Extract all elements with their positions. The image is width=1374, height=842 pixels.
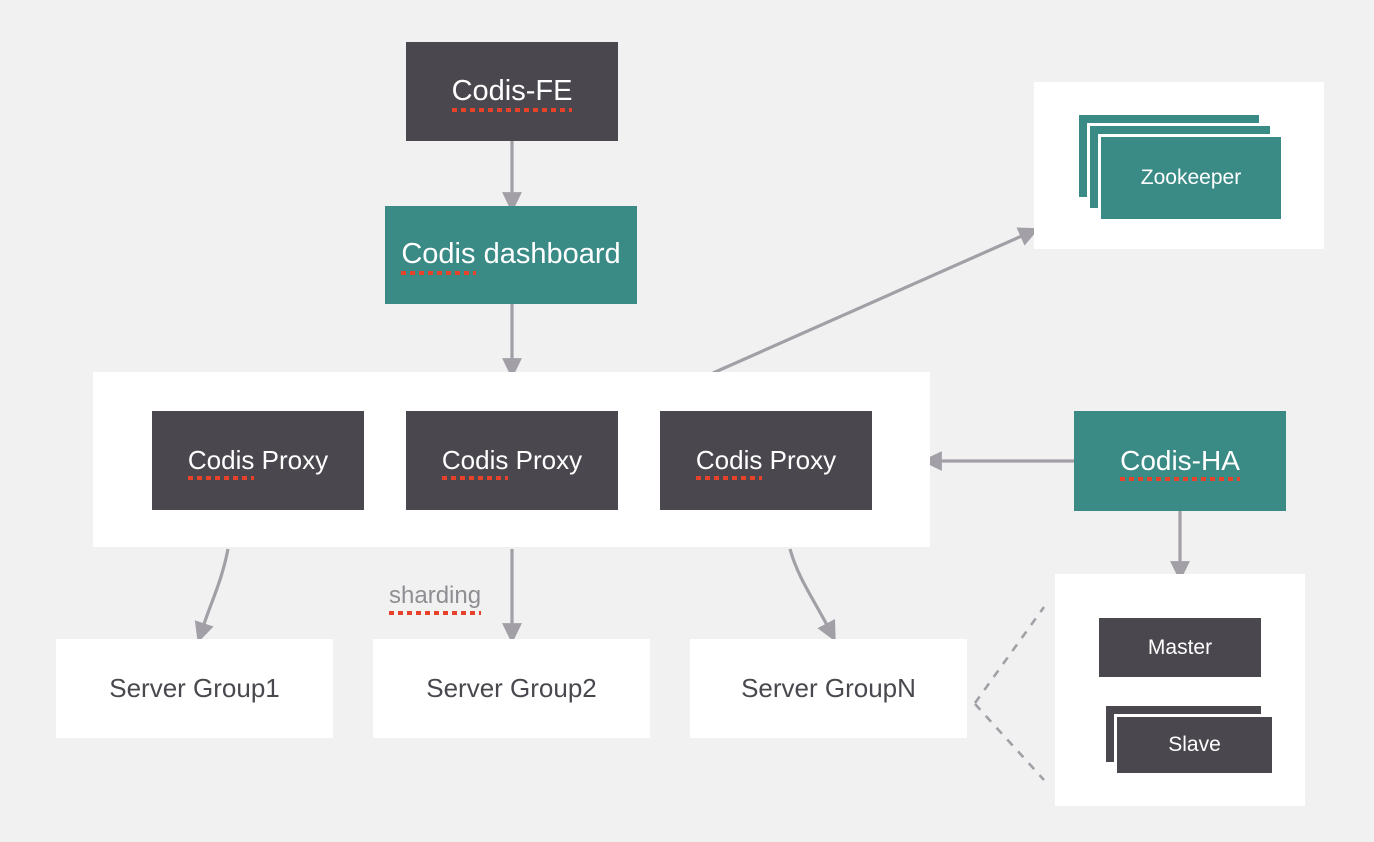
node-codis-proxy-3[interactable]: Codis Proxy bbox=[660, 411, 872, 510]
node-codis-proxy-1-label-word1: Codis bbox=[187, 445, 255, 476]
node-slave-stack[interactable]: Slave bbox=[1106, 706, 1276, 774]
node-server-group-2[interactable]: Server Group2 bbox=[373, 639, 650, 738]
node-codis-fe-label: Codis-FE bbox=[451, 74, 573, 113]
replica-group-container: Master Slave bbox=[1055, 574, 1305, 806]
node-codis-proxy-2-label-word1: Codis bbox=[441, 445, 509, 476]
node-codis-dashboard-label-word2: dashboard bbox=[475, 238, 621, 271]
proxy-group-container: Codis Proxy Codis Proxy Codis Proxy bbox=[93, 372, 930, 547]
node-codis-proxy-1[interactable]: Codis Proxy bbox=[152, 411, 364, 510]
zookeeper-container: Zookeeper bbox=[1034, 82, 1324, 249]
edge-proxy-group-to-zookeeper bbox=[712, 227, 1040, 375]
node-codis-dashboard[interactable]: Codis dashboard bbox=[385, 206, 637, 304]
node-codis-ha-label: Codis-HA bbox=[1120, 444, 1240, 482]
node-codis-dashboard-label: Codis dashboard bbox=[401, 238, 621, 271]
node-codis-proxy-3-label: Codis Proxy bbox=[696, 446, 836, 475]
node-codis-dashboard-label-word1: Codis bbox=[401, 238, 476, 271]
node-codis-proxy-3-label-word1: Codis bbox=[695, 445, 763, 476]
node-codis-proxy-1-label-word2: Proxy bbox=[254, 445, 329, 476]
annotation-sharding-label: sharding bbox=[389, 582, 482, 615]
node-zookeeper-stack[interactable]: Zookeeper bbox=[1079, 115, 1282, 220]
edge-proxy-group-to-server-groupN bbox=[788, 548, 836, 642]
node-slave-label: Slave bbox=[1168, 733, 1221, 757]
node-server-group-n-label: Server GroupN bbox=[741, 673, 916, 704]
node-master[interactable]: Master bbox=[1099, 618, 1261, 677]
node-master-label: Master bbox=[1147, 635, 1213, 659]
edge-proxy-group-to-server-group1 bbox=[194, 548, 230, 643]
node-zookeeper-label: Zookeeper bbox=[1140, 166, 1242, 190]
node-server-group-1[interactable]: Server Group1 bbox=[56, 639, 333, 738]
diagram-canvas: Codis-FE Codis dashboard Zookeeper Codis… bbox=[0, 0, 1374, 842]
node-codis-proxy-1-label: Codis Proxy bbox=[188, 446, 328, 475]
annotation-sharding: sharding bbox=[389, 582, 482, 615]
node-server-group-2-label: Server Group2 bbox=[426, 673, 597, 704]
node-server-group-1-label: Server Group1 bbox=[109, 673, 280, 704]
edge-server-groupN-to-replica-group bbox=[973, 606, 1046, 781]
node-server-group-n[interactable]: Server GroupN bbox=[690, 639, 967, 738]
node-codis-fe[interactable]: Codis-FE bbox=[406, 42, 618, 141]
slave-stack-layer-front: Slave bbox=[1117, 717, 1272, 773]
node-codis-proxy-2-label-word2: Proxy bbox=[508, 445, 583, 476]
node-codis-ha[interactable]: Codis-HA bbox=[1074, 411, 1286, 511]
zookeeper-stack-layer-front: Zookeeper bbox=[1101, 137, 1281, 219]
node-codis-proxy-3-label-word2: Proxy bbox=[762, 445, 837, 476]
node-codis-proxy-2[interactable]: Codis Proxy bbox=[406, 411, 618, 510]
node-codis-proxy-2-label: Codis Proxy bbox=[442, 446, 582, 475]
